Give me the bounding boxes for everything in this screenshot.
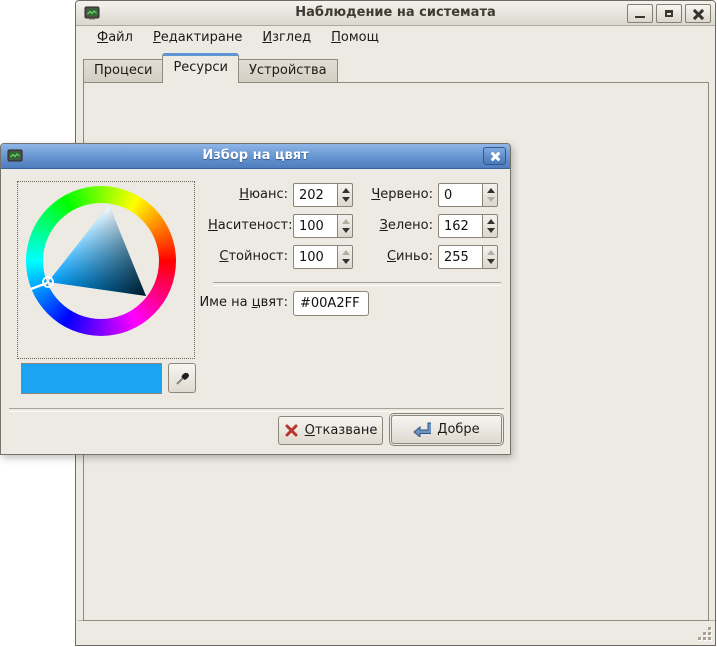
saturation-up-arrow[interactable] — [338, 215, 352, 226]
resize-grip[interactable] — [697, 626, 711, 640]
red-down-arrow[interactable] — [483, 195, 497, 206]
dialog-titlebar[interactable]: Избор на цвят — [1, 144, 510, 169]
saturation-down-arrow[interactable] — [338, 226, 352, 237]
blue-up-arrow[interactable] — [483, 246, 497, 257]
blue-input[interactable] — [438, 245, 482, 269]
color-name-input[interactable] — [293, 291, 369, 316]
color-name-label: Име на цвят: — [181, 291, 288, 315]
current-color-sample — [21, 363, 162, 394]
maximize-icon — [665, 10, 673, 17]
menu-file[interactable]: Файл — [88, 28, 142, 47]
ok-label: Добре — [437, 422, 479, 437]
minimize-icon — [635, 16, 645, 18]
value-label: Стойност: — [208, 245, 288, 269]
menu-edit[interactable]: Редактиране — [144, 28, 251, 47]
eyedropper-button[interactable] — [168, 363, 196, 393]
value-spinner — [293, 245, 353, 269]
statusbar — [78, 620, 715, 643]
green-down-arrow[interactable] — [483, 226, 497, 237]
buttons-separator — [9, 408, 504, 412]
green-spinner — [438, 214, 498, 238]
menubar: Файл Редактиране Изглед Помощ — [76, 26, 715, 49]
menu-view[interactable]: Изглед — [253, 28, 320, 47]
saturation-value-triangle[interactable] — [26, 186, 176, 336]
green-label: Зелено: — [353, 214, 433, 238]
red-up-arrow[interactable] — [483, 184, 497, 195]
value-up-arrow[interactable] — [338, 246, 352, 257]
red-input[interactable] — [438, 183, 482, 207]
window-title: Наблюдение на системата — [76, 5, 715, 20]
close-button[interactable] — [685, 4, 711, 23]
value-down-arrow[interactable] — [338, 257, 352, 268]
hue-up-arrow[interactable] — [338, 184, 352, 195]
hue-wheel[interactable] — [26, 186, 176, 336]
saturation-input[interactable] — [293, 214, 337, 238]
hue-input[interactable] — [293, 183, 337, 207]
blue-down-arrow[interactable] — [483, 257, 497, 268]
dialog-close-button[interactable] — [483, 147, 506, 165]
cancel-button[interactable]: Отказване — [278, 416, 383, 445]
tab-devices[interactable]: Устройства — [238, 59, 338, 83]
green-input[interactable] — [438, 214, 482, 238]
green-up-arrow[interactable] — [483, 215, 497, 226]
value-input[interactable] — [293, 245, 337, 269]
minimize-button[interactable] — [627, 4, 653, 23]
tabstrip: Процеси Ресурси Устройства — [83, 55, 337, 83]
eyedropper-icon — [174, 370, 191, 387]
dialog-title: Избор на цвят — [1, 148, 510, 163]
cancel-x-icon — [284, 423, 299, 438]
fields-separator — [213, 282, 501, 286]
color-picker-dialog: Избор на цвят — [0, 143, 511, 455]
maximize-button[interactable] — [656, 4, 682, 23]
menu-help[interactable]: Помощ — [322, 28, 388, 47]
cancel-label: Отказване — [305, 423, 378, 438]
ok-enter-icon — [413, 422, 431, 437]
blue-spinner — [438, 245, 498, 269]
hue-down-arrow[interactable] — [338, 195, 352, 206]
tab-resources[interactable]: Ресурси — [162, 53, 239, 83]
main-titlebar[interactable]: Наблюдение на системата — [76, 1, 715, 26]
saturation-label: Наситеност: — [208, 214, 288, 238]
hue-label: Нюанс: — [208, 183, 288, 207]
saturation-spinner — [293, 214, 353, 238]
hue-spinner — [293, 183, 353, 207]
tab-processes[interactable]: Процеси — [83, 59, 163, 83]
blue-label: Синьо: — [353, 245, 433, 269]
ok-button[interactable]: Добре — [391, 415, 502, 444]
red-spinner — [438, 183, 498, 207]
red-label: Червено: — [353, 183, 433, 207]
